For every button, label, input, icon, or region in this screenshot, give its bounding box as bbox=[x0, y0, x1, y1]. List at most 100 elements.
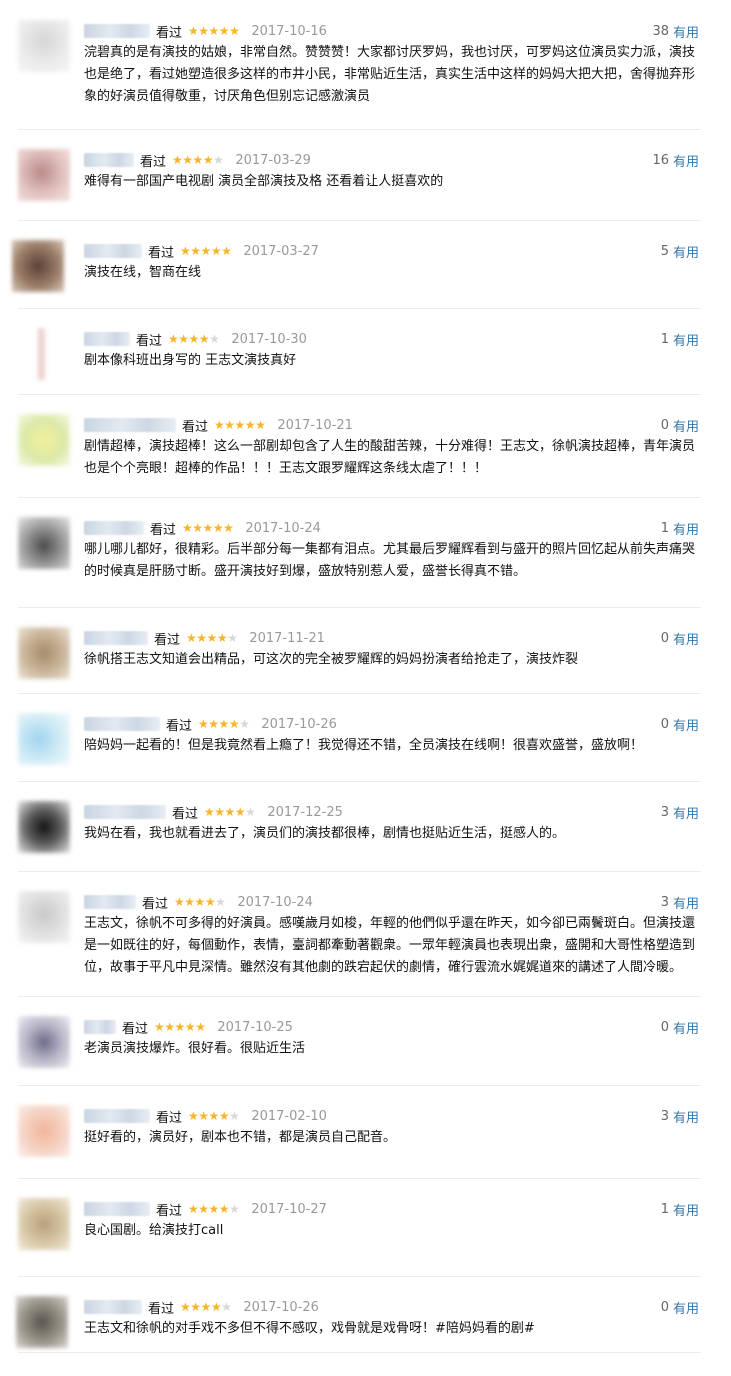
avatar[interactable] bbox=[18, 517, 70, 569]
star-filled-icon: ★ bbox=[182, 153, 193, 167]
review-text: 演技在线，智商在线 bbox=[84, 265, 202, 280]
rating-stars: ★★★★★ bbox=[180, 244, 232, 258]
review-header: 看过 ★★★★★ 2017-10-21 bbox=[84, 414, 353, 436]
username-blurred[interactable] bbox=[84, 521, 144, 535]
avatar[interactable] bbox=[18, 627, 70, 679]
watched-label: 看过 bbox=[156, 1203, 183, 1219]
review-date: 2017-03-27 bbox=[243, 243, 319, 259]
username-blurred[interactable] bbox=[84, 24, 150, 38]
username-blurred[interactable] bbox=[84, 717, 160, 731]
star-empty-icon: ★ bbox=[213, 153, 224, 167]
useful-button[interactable]: 有用 bbox=[673, 715, 699, 734]
useful-button[interactable]: 有用 bbox=[673, 629, 699, 648]
avatar[interactable] bbox=[18, 149, 70, 201]
divider bbox=[18, 1352, 701, 1353]
useful-button[interactable]: 有用 bbox=[673, 151, 699, 170]
useful-button[interactable]: 有用 bbox=[673, 1200, 699, 1219]
star-filled-icon: ★ bbox=[192, 521, 203, 535]
avatar[interactable] bbox=[18, 891, 70, 943]
useful-button[interactable]: 有用 bbox=[673, 416, 699, 435]
useful-button[interactable]: 有用 bbox=[673, 893, 699, 912]
divider bbox=[18, 1085, 701, 1086]
username-blurred[interactable] bbox=[84, 1202, 150, 1216]
avatar[interactable] bbox=[18, 1198, 70, 1250]
star-filled-icon: ★ bbox=[198, 717, 209, 731]
review-text: 王志文，徐帆不可多得的好演員。感嘆歲月如梭，年輕的他們似乎還在昨天，如今卻已兩鬢… bbox=[84, 916, 696, 975]
username-blurred[interactable] bbox=[84, 244, 142, 258]
watched-label: 看过 bbox=[148, 1301, 175, 1317]
username-blurred[interactable] bbox=[84, 805, 166, 819]
useful-count: 0 bbox=[660, 630, 669, 646]
username-blurred[interactable] bbox=[84, 418, 176, 432]
review-date: 2017-11-21 bbox=[249, 630, 325, 646]
useful-button[interactable]: 有用 bbox=[673, 519, 699, 538]
avatar[interactable] bbox=[18, 414, 70, 466]
useful-votes: 0 有用 bbox=[661, 713, 699, 735]
avatar[interactable] bbox=[16, 1296, 68, 1348]
username-blurred[interactable] bbox=[84, 631, 148, 645]
star-filled-icon: ★ bbox=[194, 895, 206, 909]
useful-button[interactable]: 有用 bbox=[673, 242, 699, 261]
star-filled-icon: ★ bbox=[234, 805, 246, 819]
useful-votes: 0 有用 bbox=[661, 1296, 699, 1318]
useful-button[interactable]: 有用 bbox=[673, 330, 699, 349]
star-filled-icon: ★ bbox=[180, 1300, 191, 1314]
star-empty-icon: ★ bbox=[227, 631, 238, 645]
username-blurred[interactable] bbox=[84, 895, 136, 909]
avatar[interactable] bbox=[18, 713, 70, 765]
rating-stars: ★★★★★ bbox=[186, 631, 238, 645]
review-header: 看过 ★★★★★ 2017-10-26 bbox=[84, 713, 337, 735]
watched-label: 看过 bbox=[148, 245, 175, 261]
username-blurred[interactable] bbox=[84, 1109, 150, 1123]
useful-button[interactable]: 有用 bbox=[673, 1298, 699, 1317]
star-filled-icon: ★ bbox=[192, 153, 204, 167]
avatar[interactable] bbox=[18, 1016, 70, 1068]
review-date: 2017-03-29 bbox=[235, 152, 311, 168]
review-text: 王志文和徐帆的对手戏不多但不得不感叹，戏骨就是戏骨呀！#陪妈妈看的剧# bbox=[84, 1321, 535, 1336]
star-filled-icon: ★ bbox=[202, 521, 214, 535]
watched-label: 看过 bbox=[182, 419, 209, 435]
avatar[interactable] bbox=[18, 1105, 70, 1157]
star-filled-icon: ★ bbox=[184, 1020, 196, 1034]
username-blurred[interactable] bbox=[84, 1020, 116, 1034]
review-date: 2017-10-24 bbox=[237, 894, 313, 910]
star-empty-icon: ★ bbox=[221, 1300, 232, 1314]
avatar[interactable] bbox=[18, 20, 70, 72]
avatar[interactable] bbox=[18, 801, 70, 853]
useful-votes: 0 有用 bbox=[661, 414, 699, 436]
star-filled-icon: ★ bbox=[164, 1020, 175, 1034]
avatar[interactable] bbox=[18, 328, 70, 380]
username-blurred[interactable] bbox=[84, 153, 134, 167]
star-filled-icon: ★ bbox=[188, 24, 199, 38]
useful-votes: 0 有用 bbox=[661, 1016, 699, 1038]
divider bbox=[18, 497, 701, 498]
username-blurred[interactable] bbox=[84, 332, 130, 346]
star-filled-icon: ★ bbox=[190, 1300, 201, 1314]
watched-label: 看过 bbox=[172, 806, 199, 822]
review-header: 看过 ★★★★★ 2017-10-24 bbox=[84, 891, 313, 913]
useful-count: 3 bbox=[660, 804, 669, 820]
review-date: 2017-10-26 bbox=[261, 716, 337, 732]
star-empty-icon: ★ bbox=[209, 332, 220, 346]
review-date: 2017-10-24 bbox=[245, 520, 321, 536]
useful-button[interactable]: 有用 bbox=[673, 803, 699, 822]
rating-stars: ★★★★★ bbox=[204, 805, 256, 819]
useful-button[interactable]: 有用 bbox=[673, 1018, 699, 1037]
star-filled-icon: ★ bbox=[221, 244, 232, 258]
review-header: 看过 ★★★★★ 2017-11-21 bbox=[84, 627, 325, 649]
avatar[interactable] bbox=[12, 240, 64, 292]
rating-stars: ★★★★★ bbox=[168, 332, 220, 346]
useful-count: 3 bbox=[660, 1108, 669, 1124]
rating-stars: ★★★★★ bbox=[214, 418, 266, 432]
review-text: 徐帆搭王志文知道会出精品，可这次的完全被罗耀辉的妈妈扮演者给抢走了，演技炸裂 bbox=[84, 652, 579, 667]
useful-button[interactable]: 有用 bbox=[673, 22, 699, 41]
username-blurred[interactable] bbox=[84, 1300, 142, 1314]
star-filled-icon: ★ bbox=[198, 1109, 209, 1123]
review-date: 2017-10-21 bbox=[277, 417, 353, 433]
useful-button[interactable]: 有用 bbox=[673, 1107, 699, 1126]
review-text: 哪儿哪儿都好，很精彩。后半部分每一集都有泪点。尤其最后罗耀辉看到与盛开的照片回忆… bbox=[84, 542, 696, 579]
watched-label: 看过 bbox=[136, 333, 163, 349]
star-filled-icon: ★ bbox=[174, 895, 185, 909]
rating-stars: ★★★★★ bbox=[172, 153, 224, 167]
review-text: 剧本像科班出身写的 王志文演技真好 bbox=[84, 353, 297, 368]
